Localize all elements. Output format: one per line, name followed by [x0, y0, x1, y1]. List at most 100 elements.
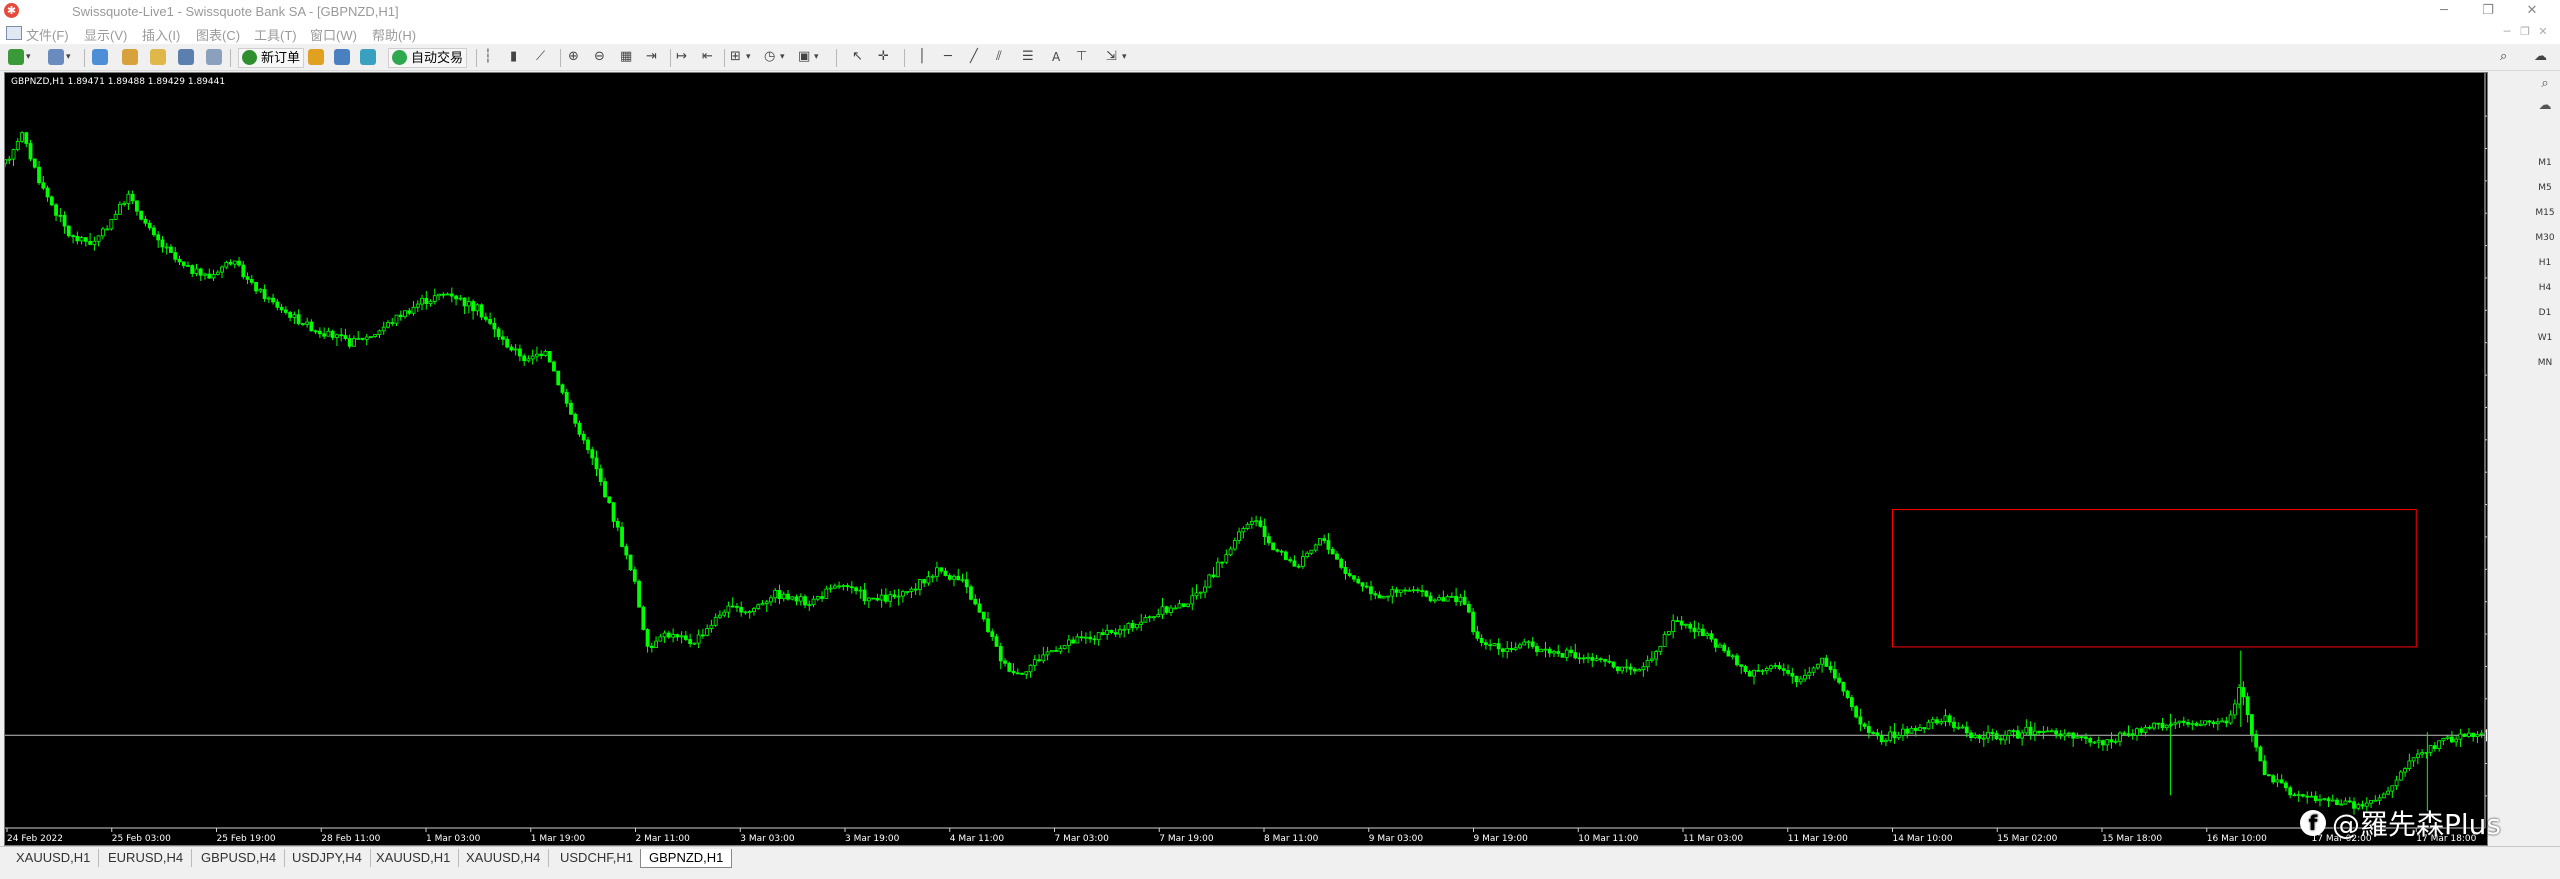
- tab-xauusd-h4[interactable]: XAUUSD,H4: [458, 849, 550, 867]
- candle-body: [2207, 720, 2212, 723]
- terminal-icon[interactable]: [178, 49, 194, 65]
- templates-dropdown-icon[interactable]: ▾: [814, 48, 819, 66]
- signals-icon[interactable]: [334, 49, 350, 65]
- candle-body: [2045, 730, 2050, 733]
- mdi-close-icon[interactable]: ✕: [2536, 25, 2550, 38]
- text-label-icon[interactable]: ⊤: [1076, 48, 1087, 66]
- tab-xauusd-h1[interactable]: XAUUSD,H1: [8, 849, 100, 867]
- arrows-icon[interactable]: ⇲: [1106, 48, 1117, 66]
- equidistant-channel-icon[interactable]: ⫽: [996, 48, 1002, 66]
- bar-chart-icon[interactable]: ┆: [484, 48, 492, 66]
- auto-scroll-icon[interactable]: ↦: [676, 48, 687, 66]
- restore-icon[interactable]: ❐: [2478, 2, 2498, 20]
- candle-body: [2420, 752, 2425, 755]
- new-order-button[interactable]: 新订单: [238, 48, 305, 68]
- period-separators-icon[interactable]: ⇤: [702, 48, 713, 66]
- tab-usdjpy-h4[interactable]: USDJPY,H4: [284, 849, 371, 867]
- indicators-dropdown-icon[interactable]: ▾: [746, 48, 751, 66]
- menu-insert[interactable]: 插入(I): [142, 25, 180, 44]
- candle-body: [2041, 730, 2046, 734]
- horizontal-line-icon[interactable]: ─: [944, 48, 952, 66]
- menu-tools[interactable]: 工具(T): [254, 25, 297, 44]
- mdi-minimize-icon[interactable]: ─: [2500, 25, 2514, 38]
- menu-window[interactable]: 窗口(W): [310, 25, 357, 44]
- minimize-icon[interactable]: ─: [2434, 2, 2454, 20]
- candlestick-icon[interactable]: ▮: [510, 48, 517, 66]
- new-chart-dropdown-icon[interactable]: ▾: [26, 48, 31, 66]
- candle-body: [845, 585, 850, 588]
- menu-charts[interactable]: 图表(C): [196, 25, 240, 44]
- timeframe-m15[interactable]: M15: [2530, 208, 2560, 218]
- crosshair-icon[interactable]: ✛: [878, 48, 889, 66]
- candle-body: [2284, 782, 2288, 789]
- candle-body: [2313, 795, 2318, 802]
- candle-body: [990, 631, 995, 638]
- mdi-restore-icon[interactable]: ❐: [2518, 25, 2532, 38]
- menu-file[interactable]: 文件(F): [26, 25, 69, 44]
- templates-icon[interactable]: ▣: [798, 48, 810, 66]
- data-window-icon[interactable]: [122, 49, 138, 65]
- line-chart-icon[interactable]: ⟋: [536, 48, 545, 66]
- candle-body: [1373, 593, 1378, 596]
- candle-body: [339, 334, 344, 337]
- candle-body: [1884, 740, 1888, 743]
- tab-xauusd-h1-2[interactable]: XAUUSD,H1: [368, 849, 460, 867]
- search-icon[interactable]: ⌕: [2536, 76, 2554, 92]
- timeframe-mn[interactable]: MN: [2530, 358, 2560, 368]
- timeframe-m1[interactable]: M1: [2530, 158, 2560, 168]
- tab-eurusd-h4[interactable]: EURUSD,H4: [100, 849, 193, 867]
- candle-body: [1973, 734, 1978, 739]
- timeframe-d1[interactable]: D1: [2530, 308, 2560, 318]
- candle-body: [2028, 726, 2033, 735]
- candle-body: [969, 586, 973, 600]
- auto-trading-button[interactable]: 自动交易: [388, 48, 468, 68]
- tab-gbpusd-h4[interactable]: GBPUSD,H4: [193, 849, 286, 867]
- chat-icon[interactable]: ☁: [2536, 98, 2554, 114]
- new-chart-icon[interactable]: [8, 49, 24, 65]
- profiles-icon[interactable]: [48, 49, 64, 65]
- navigator-icon[interactable]: [150, 49, 166, 65]
- timeframe-h1[interactable]: H1: [2530, 258, 2560, 268]
- cursor-icon[interactable]: ↖: [852, 48, 863, 66]
- candle-body: [1420, 590, 1424, 592]
- menu-help[interactable]: 帮助(H): [372, 25, 416, 44]
- tab-gbpnzd-h1[interactable]: GBPNZD,H1: [640, 849, 733, 868]
- search-icon[interactable]: ⌕: [2500, 48, 2507, 66]
- candle-body: [2377, 797, 2382, 801]
- candle-body: [832, 585, 837, 589]
- tile-windows-icon[interactable]: ▦: [620, 48, 632, 66]
- candle-body: [143, 218, 148, 224]
- candle-body: [1194, 592, 1199, 597]
- menu-view[interactable]: 显示(V): [84, 25, 127, 44]
- timeframe-h4[interactable]: H4: [2530, 283, 2560, 293]
- periodicity-dropdown-icon[interactable]: ▾: [780, 48, 785, 66]
- vps-icon[interactable]: [360, 49, 376, 65]
- candle-body: [1096, 632, 1101, 641]
- candle-body: [75, 236, 80, 242]
- zoom-in-icon[interactable]: ⊕: [568, 48, 579, 66]
- close-icon[interactable]: ✕: [2522, 2, 2542, 20]
- chart-shift-icon[interactable]: ⇥: [646, 48, 657, 66]
- meta-editor-icon[interactable]: [308, 49, 324, 65]
- tab-usdchf-h1[interactable]: USDCHF,H1: [552, 849, 642, 867]
- candle-body: [305, 321, 310, 325]
- fibonacci-icon[interactable]: ☰: [1022, 48, 1034, 66]
- chart-window-icon[interactable]: [6, 26, 22, 40]
- chart-window[interactable]: 2.012052.005901.999751.993601.987451.981…: [4, 72, 2488, 846]
- market-watch-icon[interactable]: [92, 49, 108, 65]
- trendline-icon[interactable]: ╱: [970, 48, 978, 66]
- profiles-dropdown-icon[interactable]: ▾: [66, 48, 71, 66]
- indicators-icon[interactable]: ⊞: [730, 48, 741, 66]
- strategy-tester-icon[interactable]: [206, 49, 222, 65]
- timeframe-m5[interactable]: M5: [2530, 183, 2560, 193]
- zoom-out-icon[interactable]: ⊖: [594, 48, 605, 66]
- timeframe-w1[interactable]: W1: [2530, 333, 2560, 343]
- timeframe-m30[interactable]: M30: [2530, 233, 2560, 243]
- app-logo-icon[interactable]: ✱: [4, 3, 19, 18]
- periodicity-icon[interactable]: ◷: [764, 48, 775, 66]
- text-tool-icon[interactable]: A: [1052, 48, 1060, 66]
- vertical-line-icon[interactable]: │: [918, 48, 926, 66]
- price-chart[interactable]: 2.012052.005901.999751.993601.987451.981…: [5, 73, 2487, 845]
- arrows-dropdown-icon[interactable]: ▾: [1122, 48, 1127, 66]
- chat-icon[interactable]: ☁: [2534, 48, 2547, 66]
